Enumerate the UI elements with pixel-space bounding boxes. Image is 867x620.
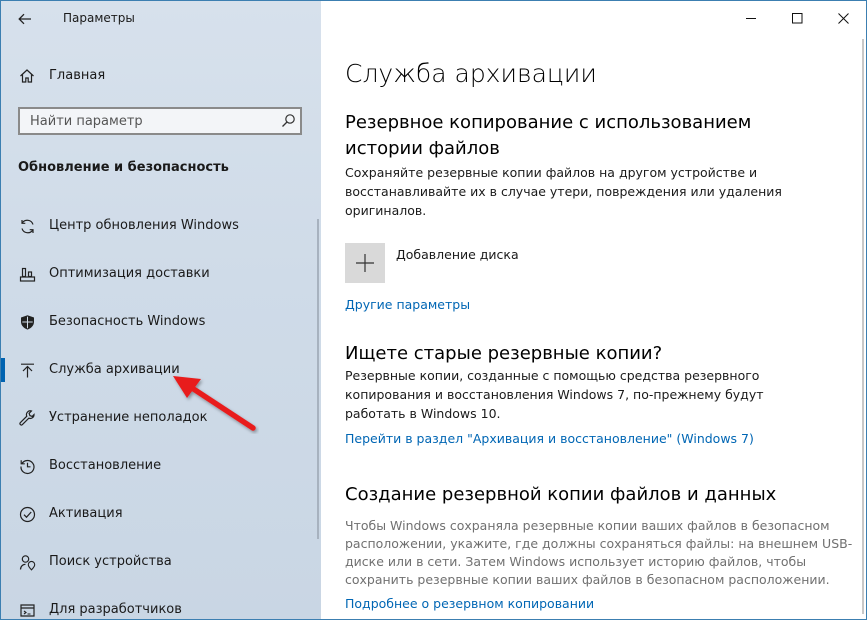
close-icon — [837, 12, 849, 24]
shield-icon — [21, 315, 34, 330]
sidebar-item-backup[interactable]: Служба архивации — [1, 347, 321, 395]
sidebar-item-developers[interactable]: Для разработчиков — [1, 587, 321, 619]
delivery-optimization-icon — [19, 267, 36, 282]
sidebar-item-label: Устранение неполадок — [49, 410, 208, 425]
backup-restore-win7-link[interactable]: Перейти в раздел "Архивация и восстановл… — [345, 431, 754, 446]
create-backup-desc-line4: сохранить резервные копии ваших файлов в… — [345, 572, 830, 587]
sidebar-item-label: Восстановление — [49, 458, 162, 473]
search-input[interactable] — [20, 109, 280, 133]
sidebar-item-find-my-device[interactable]: Поиск устройства — [1, 539, 321, 587]
sidebar-scrollbar[interactable] — [317, 219, 319, 539]
add-drive-label[interactable]: Добавление диска — [396, 247, 519, 262]
sync-icon — [21, 219, 34, 234]
sidebar-item-label: Оптимизация доставки — [49, 266, 210, 281]
sidebar: Параметры Главная Обновление и безопасно… — [1, 1, 321, 619]
sidebar-nav: Центр обновления Windows Оптимизация дос… — [1, 203, 321, 619]
old-backup-desc-line2: копирования и восстановления Windows 7, … — [345, 387, 764, 402]
sidebar-item-activation[interactable]: Активация — [1, 491, 321, 539]
file-history-heading-line1: Резервное копирование с использованием — [345, 112, 752, 133]
maximize-icon — [791, 12, 802, 23]
learn-more-backup-link[interactable]: Подробнее о резервном копировании — [345, 596, 594, 611]
minimize-icon — [745, 17, 756, 19]
minimize-button[interactable] — [728, 1, 774, 35]
sidebar-item-label: Для разработчиков — [49, 602, 182, 617]
file-history-desc-line1: Сохраняйте резервные копии файлов на дру… — [345, 165, 758, 180]
sidebar-item-recovery[interactable]: Восстановление — [1, 443, 321, 491]
sidebar-item-label: Безопасность Windows — [49, 314, 206, 329]
app-title: Параметры — [63, 11, 135, 25]
create-backup-desc-line2: расположении, укажите, где должны сохран… — [345, 536, 853, 551]
section-title: Обновление и безопасность — [18, 160, 229, 175]
sidebar-item-home[interactable]: Главная — [1, 61, 321, 91]
sidebar-item-troubleshoot[interactable]: Устранение неполадок — [1, 395, 321, 443]
create-backup-desc-line1: Чтобы Windows сохраняла резервные копии … — [345, 518, 830, 533]
page-title: Служба архивации — [345, 59, 597, 88]
close-button[interactable] — [820, 1, 866, 35]
maximize-button[interactable] — [774, 1, 820, 35]
title-bar-left: Параметры — [1, 1, 321, 37]
home-icon — [20, 69, 34, 83]
sidebar-item-label: Центр обновления Windows — [49, 218, 239, 233]
content-pane: Служба архивации Резервное копирование с… — [321, 1, 866, 619]
file-history-desc-line3: оригиналов. — [345, 203, 427, 218]
back-button[interactable] — [11, 7, 39, 31]
more-options-link[interactable]: Другие параметры — [345, 297, 470, 312]
person-location-icon — [19, 555, 36, 571]
sidebar-item-windows-security[interactable]: Безопасность Windows — [1, 299, 321, 347]
sidebar-item-label: Главная — [49, 68, 106, 83]
old-backup-desc-line1: Резервные копии, созданные с помощью сре… — [345, 368, 760, 383]
file-history-desc-line2: восстанавливайте их в случае утери, повр… — [345, 184, 782, 199]
sidebar-item-delivery-optimization[interactable]: Оптимизация доставки — [1, 251, 321, 299]
check-circle-icon — [19, 506, 36, 523]
add-drive-button[interactable] — [345, 243, 385, 283]
developer-icon — [20, 604, 35, 617]
old-backup-heading: Ищете старые резервные копии? — [345, 343, 663, 364]
sidebar-item-label: Поиск устройства — [49, 554, 172, 569]
old-backup-desc-line3: работать в Windows 10. — [345, 406, 501, 421]
wrench-icon — [19, 410, 35, 426]
upload-arrow-icon — [21, 363, 34, 378]
file-history-heading-line2: истории файлов — [345, 138, 500, 159]
plus-icon — [356, 254, 374, 272]
selection-indicator — [1, 358, 5, 382]
create-backup-heading: Создание резервной копии файлов и данных — [345, 484, 777, 505]
content-scrollbar[interactable] — [862, 39, 864, 614]
sidebar-item-label: Служба архивации — [49, 362, 180, 377]
window-controls — [728, 1, 866, 35]
settings-window: Параметры Главная Обновление и безопасно… — [0, 0, 867, 620]
history-icon — [20, 459, 35, 475]
search-icon[interactable] — [280, 113, 296, 129]
sidebar-item-windows-update[interactable]: Центр обновления Windows — [1, 203, 321, 251]
search-box — [18, 107, 302, 135]
create-backup-desc-line3: диске или в сети. Затем Windows использу… — [345, 554, 807, 569]
sidebar-item-label: Активация — [49, 506, 123, 521]
arrow-left-icon — [18, 13, 31, 25]
